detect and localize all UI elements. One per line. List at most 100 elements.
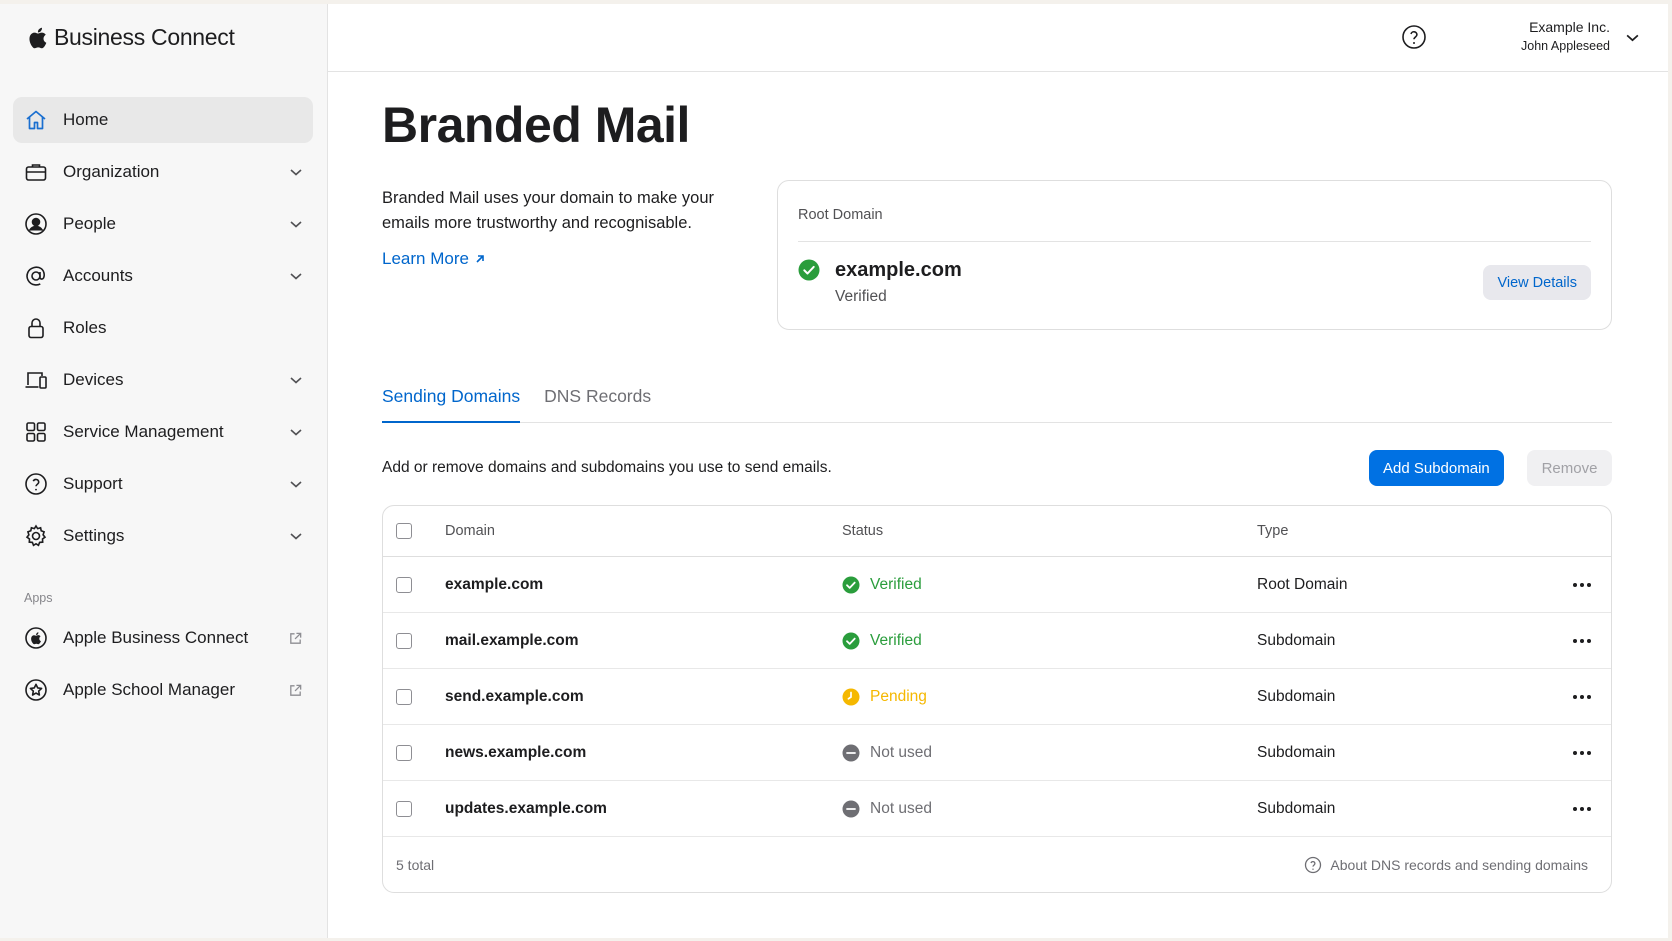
brand-name: Business Connect <box>54 24 235 50</box>
sidebar-item-people[interactable]: People <box>13 201 313 247</box>
page-title: Branded Mail <box>382 97 690 153</box>
sidebar: Business Connect Home Organization Peopl… <box>0 4 328 938</box>
total-count: 5 total <box>396 857 435 873</box>
chevron-down-icon[interactable] <box>289 477 303 491</box>
about-dns-link[interactable]: About DNS records and sending domains <box>1304 856 1588 874</box>
remove-button[interactable]: Remove <box>1527 450 1612 486</box>
column-header-type[interactable]: Type <box>1257 523 1288 539</box>
checkmark-circle-icon <box>842 576 860 593</box>
apple-logo-icon <box>29 27 47 48</box>
chevron-down-icon[interactable] <box>289 529 303 543</box>
table-row[interactable]: example.com Verified Root Domain <box>383 557 1611 613</box>
row-checkbox[interactable] <box>396 576 412 593</box>
row-checkbox[interactable] <box>396 744 412 761</box>
sidebar-item-accounts[interactable]: Accounts <box>13 253 313 299</box>
gear-icon <box>23 523 49 549</box>
account-menu[interactable]: Example Inc. John Appleseed <box>1521 19 1610 53</box>
column-header-domain[interactable]: Domain <box>445 523 495 539</box>
sidebar-item-label: Service Management <box>63 422 224 441</box>
table-row[interactable]: mail.example.com Verified Subdomain <box>383 613 1611 669</box>
sidebar-item-label: Organization <box>63 162 160 181</box>
arrow-up-right-icon <box>476 255 484 263</box>
sidebar-item-label: Roles <box>63 318 107 337</box>
row-checkbox[interactable] <box>396 688 412 705</box>
sending-domains-table: Domain Status Type example.com Verified … <box>382 505 1612 893</box>
table-row[interactable]: news.example.com Not used Subdomain <box>383 725 1611 781</box>
app-window: Business Connect Home Organization Peopl… <box>0 4 1668 938</box>
chevron-down-icon[interactable] <box>289 269 303 283</box>
sidebar-item-devices[interactable]: Devices <box>13 357 313 403</box>
app-link-label: Apple School Manager <box>63 680 236 699</box>
more-actions-icon[interactable] <box>1570 685 1594 709</box>
sidebar-item-service-management[interactable]: Service Management <box>13 409 313 455</box>
divider <box>798 241 1591 242</box>
org-name: Example Inc. <box>1529 19 1610 35</box>
sidebar-item-home[interactable]: Home <box>13 97 313 143</box>
more-actions-icon[interactable] <box>1570 629 1594 653</box>
checkmark-circle-icon <box>842 632 860 649</box>
domain-cell: send.example.com <box>445 687 584 705</box>
more-actions-icon[interactable] <box>1570 573 1594 597</box>
chevron-down-icon[interactable] <box>289 425 303 439</box>
sidebar-item-organization[interactable]: Organization <box>13 149 313 195</box>
app-link-apple-business-connect[interactable]: Apple Business Connect <box>13 615 313 661</box>
sidebar-item-roles[interactable]: Roles <box>13 305 313 351</box>
sidebar-item-label: Settings <box>63 526 125 545</box>
help-icon[interactable] <box>1400 23 1428 51</box>
person-circle-icon <box>23 211 49 237</box>
row-checkbox[interactable] <box>396 800 412 817</box>
tab-dns-records[interactable]: DNS Records <box>544 375 651 422</box>
sidebar-item-label: Support <box>63 474 123 493</box>
root-domain-card: Root Domain example.com Verified View De… <box>777 180 1612 330</box>
status-cell: Not used <box>842 800 932 818</box>
table-footer: 5 total About DNS records and sending do… <box>383 838 1611 892</box>
sidebar-item-label: Devices <box>63 370 124 389</box>
table-row[interactable]: updates.example.com Not used Subdomain <box>383 781 1611 837</box>
row-checkbox[interactable] <box>396 632 412 649</box>
column-header-status[interactable]: Status <box>842 523 883 539</box>
chevron-down-icon[interactable] <box>289 373 303 387</box>
root-domain-name: example.com <box>835 259 962 281</box>
view-details-button[interactable]: View Details <box>1483 265 1591 300</box>
domain-cell: mail.example.com <box>445 631 579 649</box>
brand[interactable]: Business Connect <box>26 24 235 51</box>
type-cell: Subdomain <box>1257 631 1336 649</box>
status-cell: Verified <box>842 632 922 650</box>
learn-more-label: Learn More <box>382 249 469 268</box>
sidebar-item-settings[interactable]: Settings <box>13 513 313 559</box>
more-actions-icon[interactable] <box>1570 797 1594 821</box>
sidebar-item-label: People <box>63 214 116 233</box>
type-cell: Root Domain <box>1257 575 1348 593</box>
type-cell: Subdomain <box>1257 799 1336 817</box>
external-link-icon <box>290 632 302 644</box>
learn-more-link[interactable]: Learn More <box>382 249 486 269</box>
sidebar-item-support[interactable]: Support <box>13 461 313 507</box>
status-cell: Not used <box>842 744 932 762</box>
sidebar-nav: Home Organization People Accounts Roles … <box>13 97 313 565</box>
lock-icon <box>23 315 49 341</box>
domain-cell: news.example.com <box>445 743 587 761</box>
apps-section-label: Apps <box>24 591 53 605</box>
sending-domains-description: Add or remove domains and subdomains you… <box>382 459 832 476</box>
main-content: Example Inc. John Appleseed Branded Mail… <box>328 4 1668 938</box>
at-sign-icon <box>23 263 49 289</box>
chevron-down-icon[interactable] <box>289 217 303 231</box>
status-text: Verified <box>870 631 922 649</box>
root-domain-label: Root Domain <box>798 207 883 223</box>
domain-cell: updates.example.com <box>445 799 607 817</box>
apple-circle-icon <box>23 625 49 651</box>
select-all-checkbox[interactable] <box>396 523 412 539</box>
top-bar: Example Inc. John Appleseed <box>328 4 1668 72</box>
tab-sending-domains[interactable]: Sending Domains <box>382 375 521 423</box>
table-row[interactable]: send.example.com Pending Subdomain <box>383 669 1611 725</box>
app-link-apple-school-manager[interactable]: Apple School Manager <box>13 667 313 713</box>
chevron-down-icon[interactable] <box>289 165 303 179</box>
more-actions-icon[interactable] <box>1570 741 1594 765</box>
grid-icon <box>23 419 49 445</box>
chevron-down-icon[interactable] <box>1625 30 1640 45</box>
status-cell: Pending <box>842 688 927 706</box>
user-name: John Appleseed <box>1521 39 1610 53</box>
star-circle-icon <box>23 677 49 703</box>
status-cell: Verified <box>842 576 922 594</box>
add-subdomain-button[interactable]: Add Subdomain <box>1369 450 1504 486</box>
